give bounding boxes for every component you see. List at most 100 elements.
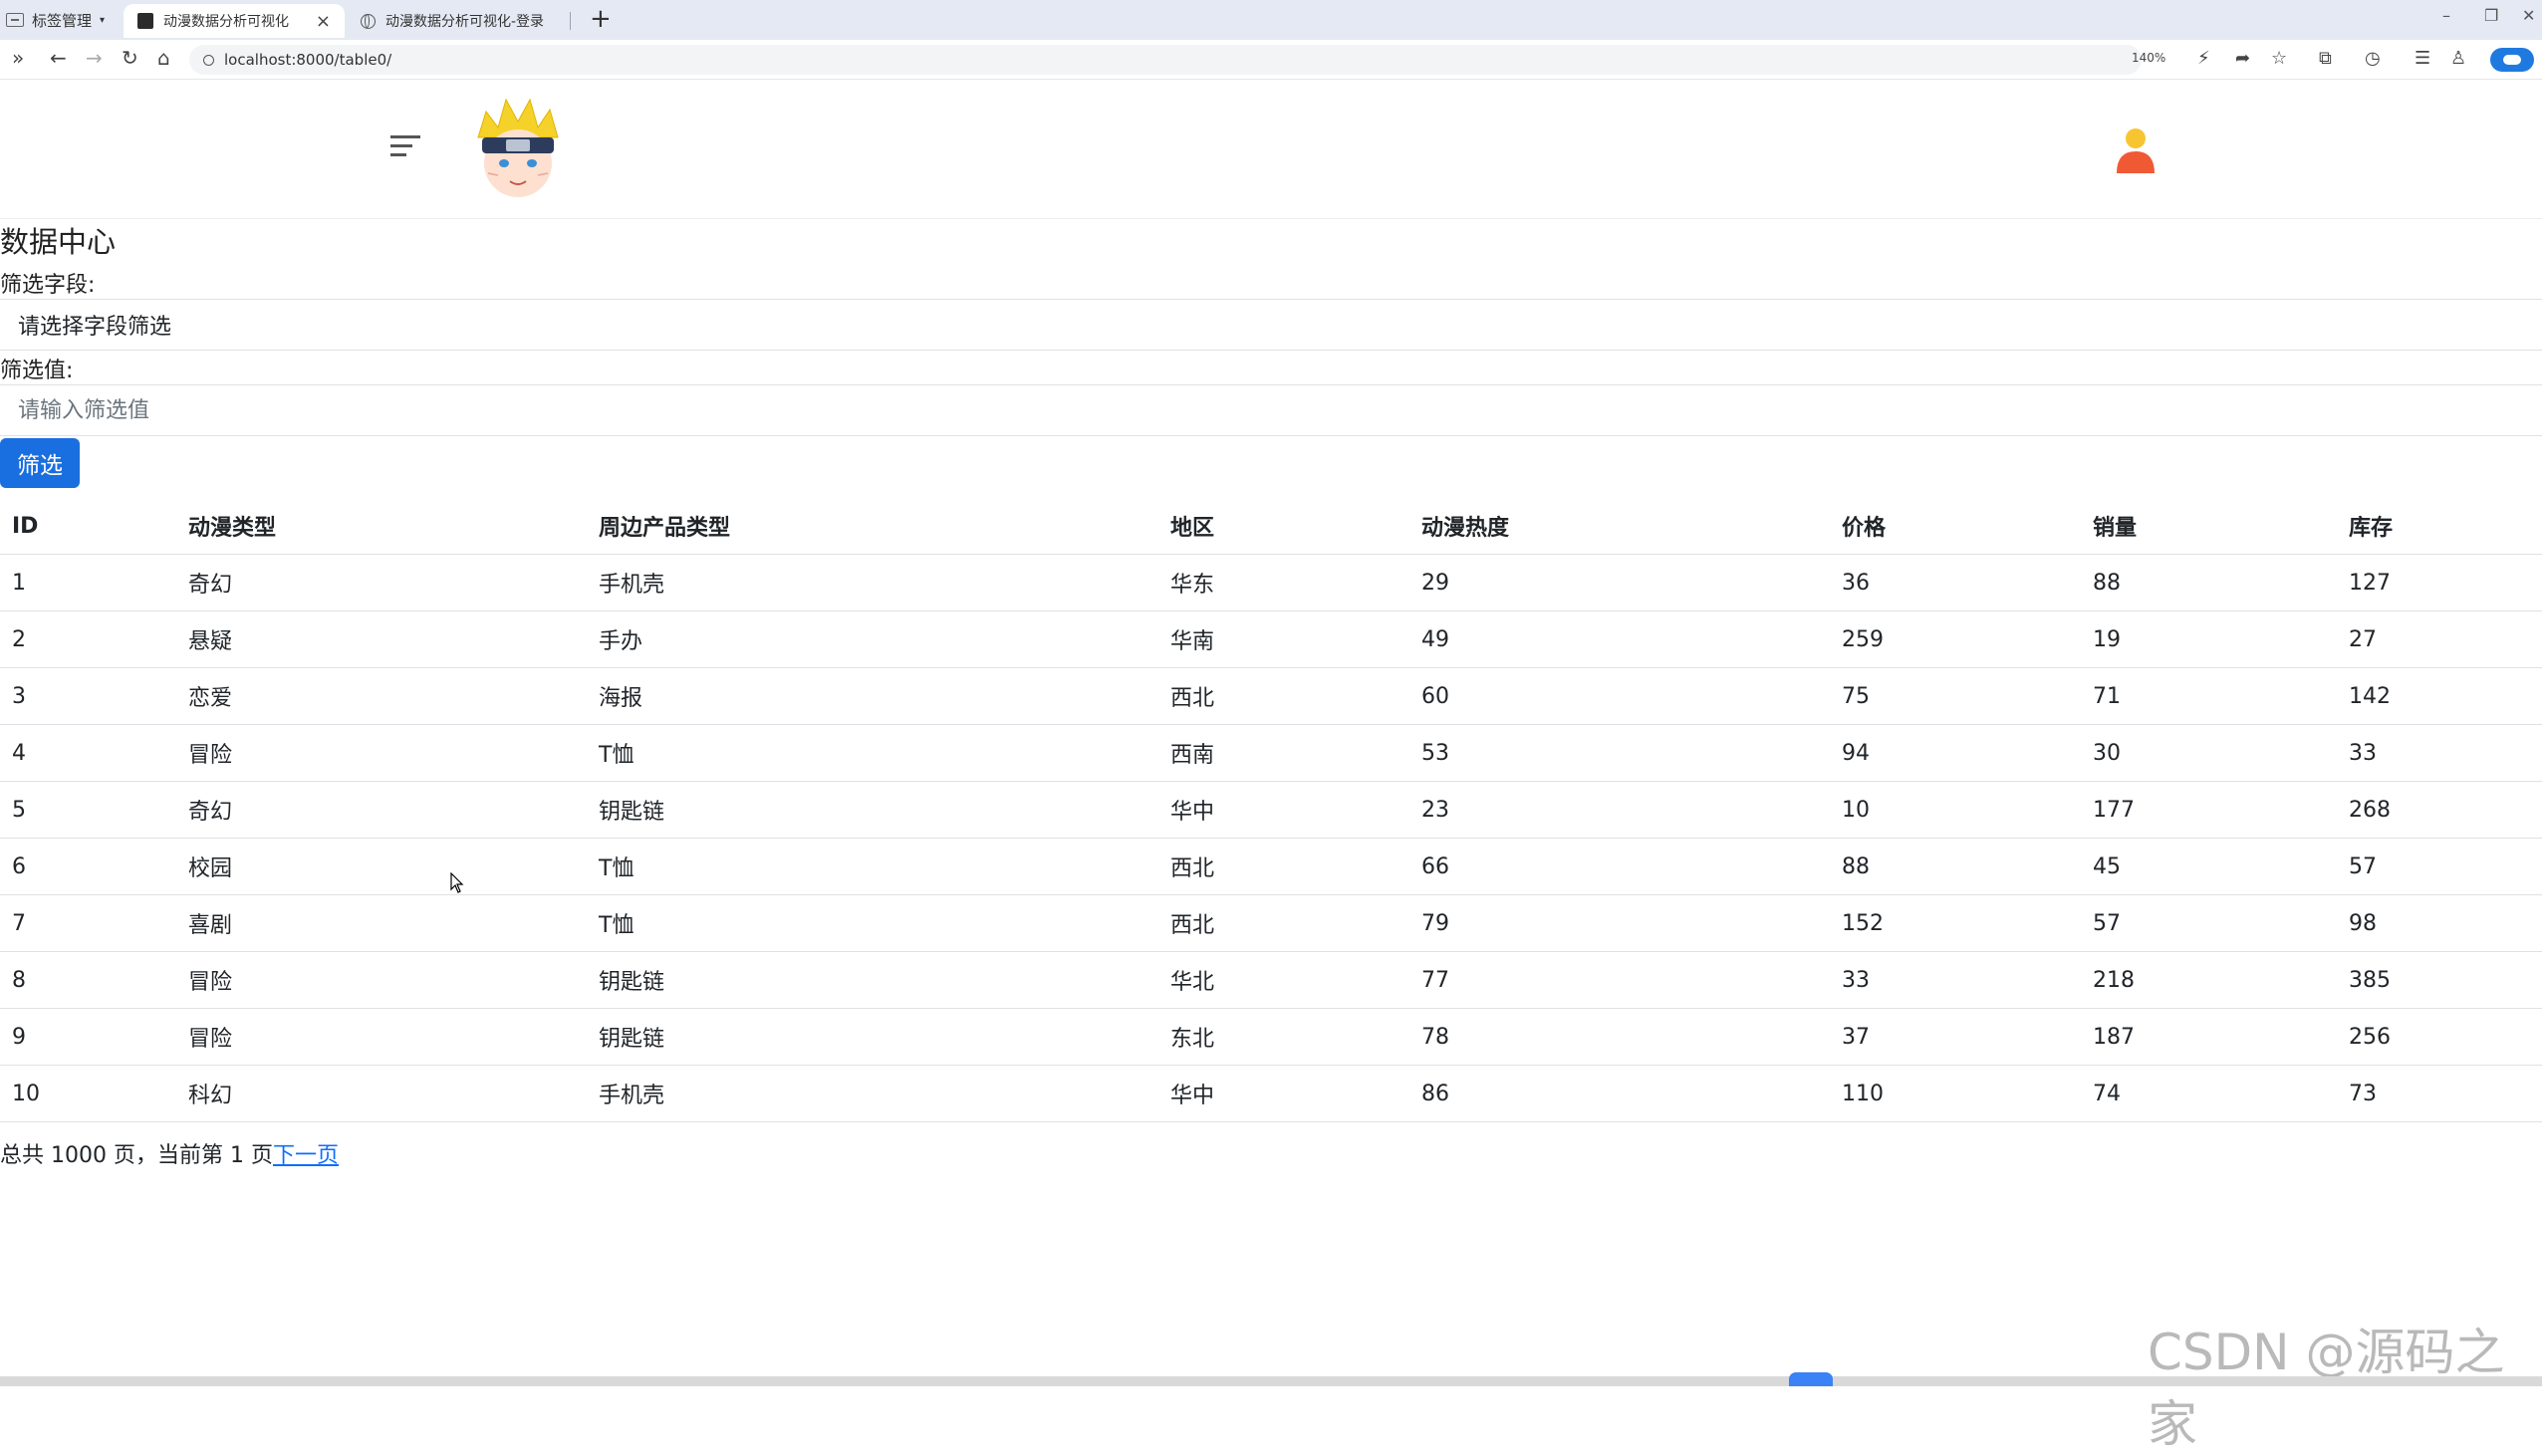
history-icon[interactable]: ◷	[2365, 48, 2381, 69]
pagination-summary: 总共 1000 页，当前第 1 页	[0, 1143, 273, 1168]
table-body: 1 奇幻 手机壳 华东 29 36 88 127 2 悬疑 手办 华南 49 259 19 27 3 恋爱 海报 西北…	[0, 554, 2542, 1122]
table-cell: 2	[0, 610, 176, 668]
cloud-sync-icon[interactable]	[2490, 48, 2534, 72]
table-cell: 冒险	[176, 951, 587, 1009]
window-close-icon[interactable]: ✕	[2522, 6, 2535, 25]
table-row: 7 喜剧 T恤 西北 79 152 57 98	[0, 894, 2542, 952]
search-icon	[203, 54, 214, 66]
sidebar-toggle-icon[interactable]: »	[12, 46, 24, 70]
table-cell: 4	[0, 724, 176, 782]
table-cell: T恤	[587, 838, 1158, 895]
tab-login[interactable]: 动漫数据分析可视化-登录	[347, 4, 566, 38]
table-row: 2 悬疑 手办 华南 49 259 19 27	[0, 610, 2542, 668]
close-icon[interactable]: ×	[316, 11, 331, 32]
url-text: localhost:8000/table0/	[224, 51, 392, 69]
table-cell: 10	[0, 1065, 176, 1122]
url-field[interactable]: localhost:8000/table0/	[189, 45, 2142, 75]
table-cell: 78	[1409, 1008, 1830, 1066]
table-row: 6 校园 T恤 西北 66 88 45 57	[0, 838, 2542, 895]
page-header	[0, 80, 2542, 219]
tab-group[interactable]: 标签管理 ▾	[6, 6, 116, 34]
table-cell: 268	[2337, 781, 2542, 839]
minimize-icon[interactable]: –	[2442, 6, 2450, 25]
table-row: 1 奇幻 手机壳 华东 29 36 88 127	[0, 554, 2542, 611]
table-cell: 60	[1409, 667, 1830, 725]
table-header-row: ID 动漫类型 周边产品类型 地区 动漫热度 价格 销量 库存	[0, 498, 2542, 555]
table-cell: 3	[0, 667, 176, 725]
table-cell: 8	[0, 951, 176, 1009]
table-cell: 127	[2337, 554, 2542, 611]
tab-group-label: 标签管理	[32, 11, 93, 30]
user-icon[interactable]	[2114, 125, 2158, 175]
column-header: ID	[0, 498, 176, 555]
back-icon[interactable]: ←	[50, 46, 67, 70]
table-cell: 57	[2337, 838, 2542, 895]
tab-separator	[570, 12, 571, 30]
home-icon[interactable]: ⌂	[157, 46, 170, 70]
table-cell: 36	[1830, 554, 2081, 611]
lightning-icon[interactable]: ⚡	[2197, 48, 2210, 69]
zoom-level[interactable]: 140%	[2132, 51, 2165, 65]
tab-active[interactable]: 动漫数据分析可视化 ×	[124, 4, 345, 38]
filter-field-placeholder: 请选择字段筛选	[18, 315, 172, 340]
star-icon[interactable]: ☆	[2271, 48, 2287, 69]
column-header: 动漫类型	[176, 498, 587, 555]
table-cell: 66	[1409, 838, 1830, 895]
table-cell: 手机壳	[587, 1065, 1158, 1122]
anime-avatar-logo	[477, 98, 559, 197]
table-cell: 45	[2081, 838, 2337, 895]
table-cell: 30	[2081, 724, 2337, 782]
tab-group-icon	[6, 13, 24, 27]
table-cell: 冒险	[176, 1008, 587, 1066]
extensions-icon[interactable]: ⧉	[2319, 48, 2332, 69]
filter-value-input[interactable]	[0, 384, 2542, 436]
table-cell: 88	[1830, 838, 2081, 895]
hamburger-icon[interactable]	[390, 135, 424, 162]
table-cell: 37	[1830, 1008, 2081, 1066]
notification-icon[interactable]: ♙	[2450, 48, 2466, 69]
site-favicon-icon	[137, 13, 153, 29]
new-tab-icon[interactable]: +	[590, 4, 612, 34]
table-cell: 1	[0, 554, 176, 611]
table-cell: 华中	[1158, 1065, 1409, 1122]
table-cell: 西北	[1158, 894, 1409, 952]
table-cell: 华中	[1158, 781, 1409, 839]
scrollbar-thumb[interactable]	[1789, 1372, 1833, 1386]
restore-icon[interactable]: ❐	[2484, 6, 2498, 25]
table-cell: 钥匙链	[587, 781, 1158, 839]
table-cell: 53	[1409, 724, 1830, 782]
table-row: 8 冒险 钥匙链 华北 77 33 218 385	[0, 951, 2542, 1009]
table-cell: 88	[2081, 554, 2337, 611]
column-header: 库存	[2337, 498, 2542, 555]
filter-field-select[interactable]: 请选择字段筛选	[0, 299, 2542, 351]
table-cell: 33	[1830, 951, 2081, 1009]
browser-tab-bar: 标签管理 ▾ 动漫数据分析可视化 × 动漫数据分析可视化-登录 + – ❐ ✕	[0, 0, 2542, 40]
share-icon[interactable]: ➦	[2235, 48, 2250, 69]
table-cell: 西北	[1158, 667, 1409, 725]
forward-icon[interactable]: →	[86, 46, 103, 70]
filter-button[interactable]: 筛选	[0, 438, 80, 488]
table-row: 4 冒险 T恤 西南 53 94 30 33	[0, 724, 2542, 782]
table-cell: 奇幻	[176, 554, 587, 611]
table-cell: 49	[1409, 610, 1830, 668]
table-cell: 33	[2337, 724, 2542, 782]
table-cell: 科幻	[176, 1065, 587, 1122]
horizontal-scrollbar[interactable]	[0, 1372, 2542, 1386]
table-cell: 奇幻	[176, 781, 587, 839]
table-cell: 悬疑	[176, 610, 587, 668]
table-cell: 27	[2337, 610, 2542, 668]
table-cell: 79	[1409, 894, 1830, 952]
mouse-cursor-icon	[450, 872, 464, 893]
column-header: 销量	[2081, 498, 2337, 555]
table-cell: 9	[0, 1008, 176, 1066]
reload-icon[interactable]: ↻	[122, 46, 138, 70]
menu-icon[interactable]: ☰	[2415, 48, 2430, 69]
table-cell: 钥匙链	[587, 951, 1158, 1009]
table-row: 5 奇幻 钥匙链 华中 23 10 177 268	[0, 781, 2542, 839]
chevron-down-icon: ▾	[100, 14, 106, 26]
next-page-link[interactable]: 下一页	[273, 1143, 339, 1168]
table-cell: 钥匙链	[587, 1008, 1158, 1066]
table-cell: 华东	[1158, 554, 1409, 611]
table-cell: 海报	[587, 667, 1158, 725]
table-cell: 385	[2337, 951, 2542, 1009]
